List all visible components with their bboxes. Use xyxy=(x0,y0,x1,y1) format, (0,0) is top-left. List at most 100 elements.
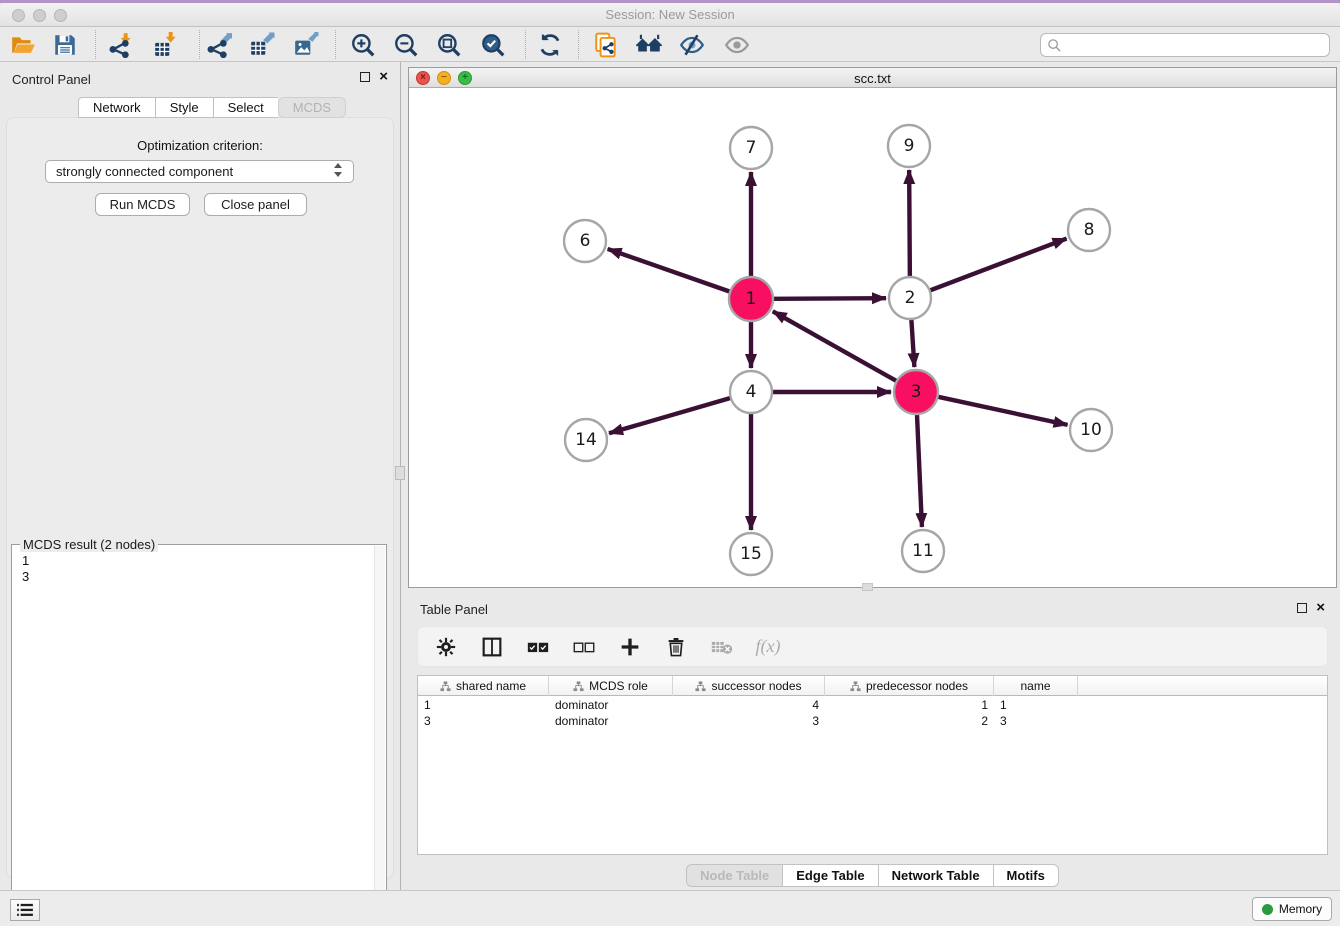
table-cell[interactable]: 3 xyxy=(994,713,1078,729)
tab-select[interactable]: Select xyxy=(213,97,278,118)
edge-3-10[interactable] xyxy=(937,397,1067,425)
graph-node-11[interactable]: 11 xyxy=(902,530,944,572)
zoom-out-icon[interactable] xyxy=(392,31,420,59)
run-mcds-button[interactable]: Run MCDS xyxy=(95,193,190,216)
deselect-all-columns-icon[interactable] xyxy=(572,635,596,659)
table-row[interactable]: 1dominator411 xyxy=(418,697,1327,713)
result-scrollbar[interactable] xyxy=(374,546,385,920)
graph-node-10[interactable]: 10 xyxy=(1070,409,1112,451)
delete-table-icon[interactable] xyxy=(710,635,734,659)
tab-motifs[interactable]: Motifs xyxy=(993,864,1059,887)
eye-off-icon[interactable] xyxy=(678,31,706,59)
graph-node-4[interactable]: 4 xyxy=(730,371,772,413)
status-bar: Memory xyxy=(0,890,1340,926)
memory-button[interactable]: Memory xyxy=(1252,897,1332,921)
svg-text:14: 14 xyxy=(575,430,597,450)
mcds-result-item[interactable]: 1 xyxy=(22,553,29,569)
edge-4-14[interactable] xyxy=(609,398,731,433)
create-network-view-icon[interactable] xyxy=(592,31,620,59)
network-canvas[interactable]: 7 9 6 8 1 2 4 3 14 10 15 11 xyxy=(409,89,1336,587)
graph-node-15[interactable]: 15 xyxy=(730,533,772,575)
network-window-title: scc.txt xyxy=(409,71,1336,86)
graph-node-6[interactable]: 6 xyxy=(564,220,606,262)
column-header-predecessor-nodes[interactable]: predecessor nodes xyxy=(825,676,994,696)
network-window-titlebar[interactable]: × − + scc.txt xyxy=(409,68,1336,88)
edge-1-2[interactable] xyxy=(773,298,886,299)
export-table-icon[interactable] xyxy=(248,31,276,59)
graph-node-1[interactable]: 1 xyxy=(729,277,773,321)
column-header-MCDS-role[interactable]: MCDS role xyxy=(549,676,673,696)
control-panel-title: Control Panel xyxy=(12,72,91,87)
tab-edge-table[interactable]: Edge Table xyxy=(782,864,877,887)
task-history-button[interactable] xyxy=(10,899,40,921)
graph-node-14[interactable]: 14 xyxy=(565,419,607,461)
close-panel-icon[interactable]: × xyxy=(379,72,388,82)
table-cell[interactable]: 4 xyxy=(673,697,825,713)
graph-node-7[interactable]: 7 xyxy=(730,127,772,169)
select-all-columns-icon[interactable] xyxy=(526,635,550,659)
search-input[interactable] xyxy=(1066,38,1329,53)
edge-2-3[interactable] xyxy=(911,319,914,367)
table-cell[interactable]: 3 xyxy=(673,713,825,729)
network-graph[interactable]: 7 9 6 8 1 2 4 3 14 10 15 11 xyxy=(409,89,1336,588)
node-table[interactable]: shared nameMCDS rolesuccessor nodesprede… xyxy=(417,675,1328,855)
edge-2-9[interactable] xyxy=(909,170,910,277)
criterion-dropdown[interactable]: strongly connected component xyxy=(45,160,354,183)
column-header-successor-nodes[interactable]: successor nodes xyxy=(673,676,825,696)
save-session-icon[interactable] xyxy=(51,31,79,59)
add-column-icon[interactable] xyxy=(618,635,642,659)
open-session-icon[interactable] xyxy=(9,31,37,59)
zoom-selected-icon[interactable] xyxy=(479,31,507,59)
close-panel-button[interactable]: Close panel xyxy=(204,193,307,216)
eye-icon[interactable] xyxy=(723,31,751,59)
column-header-shared-name[interactable]: shared name xyxy=(418,676,549,696)
zoom-fit-icon[interactable] xyxy=(435,31,463,59)
mcds-result-list[interactable]: 13 xyxy=(22,553,29,585)
function-builder-icon[interactable]: f(x) xyxy=(756,635,780,659)
export-image-icon[interactable] xyxy=(292,31,320,59)
table-cell[interactable]: dominator xyxy=(549,713,673,729)
svg-text:4: 4 xyxy=(746,382,757,402)
column-header-name[interactable]: name xyxy=(994,676,1078,696)
home-layout-icon[interactable] xyxy=(635,31,663,59)
import-network-icon[interactable] xyxy=(107,31,135,59)
table-cell[interactable]: 1 xyxy=(825,697,994,713)
refresh-view-icon[interactable] xyxy=(536,31,564,59)
float-table-panel-icon[interactable] xyxy=(1297,603,1307,613)
toggle-panels-icon[interactable] xyxy=(480,635,504,659)
mcds-result-item[interactable]: 3 xyxy=(22,569,29,585)
table-cell[interactable]: dominator xyxy=(549,697,673,713)
zoom-in-icon[interactable] xyxy=(349,31,377,59)
edge-1-6[interactable] xyxy=(608,249,731,292)
float-panel-icon[interactable] xyxy=(360,72,370,82)
edge-3-11[interactable] xyxy=(917,414,922,527)
delete-column-icon[interactable] xyxy=(664,635,688,659)
memory-status-dot xyxy=(1262,904,1273,915)
tab-style[interactable]: Style xyxy=(155,97,213,118)
edge-3-1[interactable] xyxy=(773,311,897,381)
table-cell[interactable]: 3 xyxy=(418,713,549,729)
tab-mcds[interactable]: MCDS xyxy=(278,97,346,118)
horizontal-splitter-handle[interactable] xyxy=(862,583,873,591)
tab-network-table[interactable]: Network Table xyxy=(878,864,993,887)
svg-text:2: 2 xyxy=(905,288,916,308)
table-cell[interactable]: 2 xyxy=(825,713,994,729)
vertical-splitter-handle[interactable] xyxy=(395,466,405,480)
toolbar-search[interactable] xyxy=(1040,33,1330,57)
edge-2-8[interactable] xyxy=(930,239,1067,291)
export-network-icon[interactable] xyxy=(205,31,233,59)
table-cell[interactable]: 1 xyxy=(418,697,549,713)
graph-node-9[interactable]: 9 xyxy=(888,125,930,167)
graph-node-8[interactable]: 8 xyxy=(1068,209,1110,251)
app-titlebar: Session: New Session xyxy=(0,3,1340,27)
import-table-icon[interactable] xyxy=(152,31,180,59)
tab-node-table[interactable]: Node Table xyxy=(686,864,782,887)
svg-text:3: 3 xyxy=(911,382,922,402)
graph-node-2[interactable]: 2 xyxy=(889,277,931,319)
settings-gear-icon[interactable] xyxy=(434,635,458,659)
table-row[interactable]: 3dominator323 xyxy=(418,713,1327,729)
close-table-panel-icon[interactable]: × xyxy=(1316,603,1325,613)
table-cell[interactable]: 1 xyxy=(994,697,1078,713)
graph-node-3[interactable]: 3 xyxy=(894,370,938,414)
tab-network[interactable]: Network xyxy=(78,97,155,118)
